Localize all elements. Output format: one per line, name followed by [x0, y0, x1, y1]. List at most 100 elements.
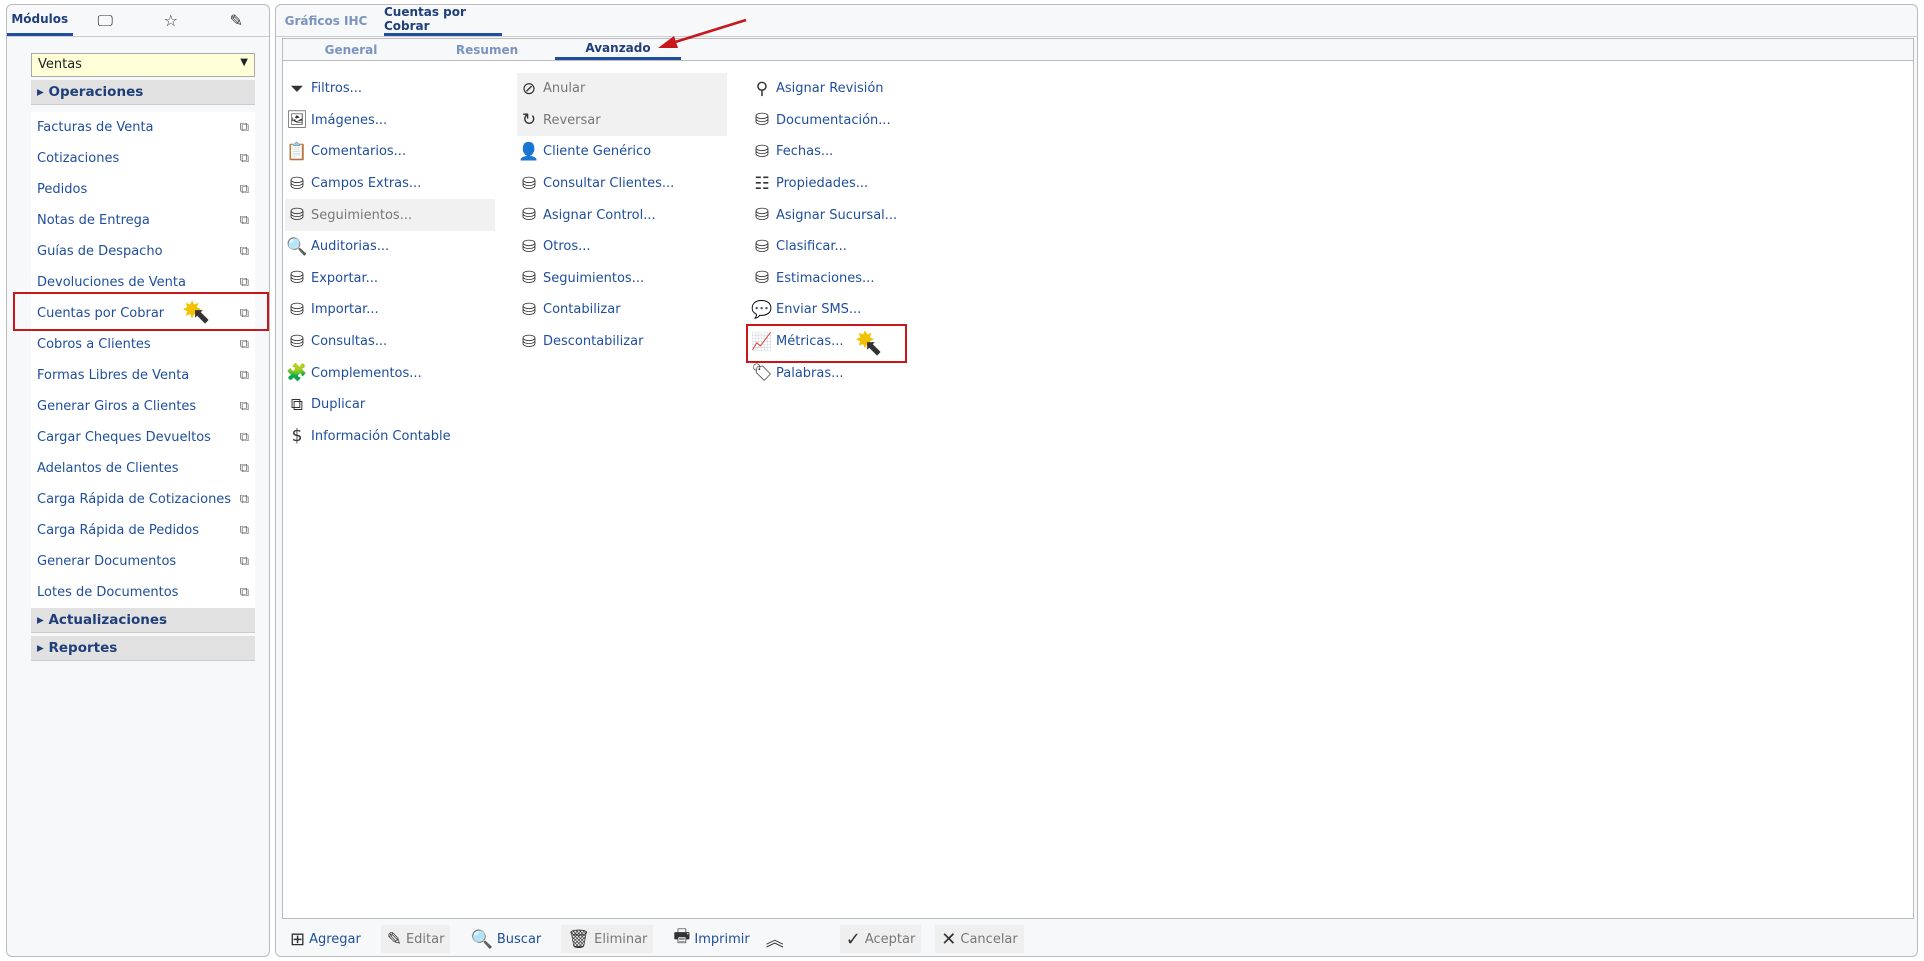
group-reportes[interactable]: ▸ Reportes	[31, 636, 255, 661]
star-icon[interactable]: ☆	[138, 5, 204, 36]
action-item[interactable]: $ Información Contable	[285, 421, 495, 453]
external-link-icon[interactable]: ⧉	[240, 182, 249, 197]
action-icon: ⧉	[290, 394, 304, 415]
tab-graficos-ihc[interactable]: Gráficos IHC	[276, 5, 376, 36]
nav-item-label: Pedidos	[37, 182, 88, 197]
cancelar-button[interactable]: ✕ Cancelar	[935, 925, 1024, 953]
action-item[interactable]: ☷ Propiedades...	[750, 168, 960, 200]
editar-button[interactable]: ✎ Editar	[380, 925, 451, 953]
external-link-icon[interactable]: ⧉	[240, 151, 249, 166]
action-item[interactable]: ↻ Reversar	[517, 104, 727, 137]
action-item[interactable]: ⊘ Anular	[517, 73, 727, 105]
nav-item[interactable]: Cargar Cheques Devueltos ⧉	[31, 422, 255, 453]
action-item[interactable]: ⛁ Contabilizar	[517, 294, 727, 326]
action-item[interactable]: ⛁ Exportar...	[285, 263, 495, 295]
nav-item[interactable]: Generar Documentos ⧉	[31, 546, 255, 577]
external-link-icon[interactable]: ⧉	[240, 399, 249, 414]
nav-item-label: Carga Rápida de Pedidos	[37, 523, 200, 538]
group-label: Actualizaciones	[48, 612, 168, 628]
action-item[interactable]: 🖼 Imágenes...	[285, 105, 495, 137]
nav-item[interactable]: Cobros a Clientes ⧉	[31, 329, 255, 360]
external-link-icon[interactable]: ⧉	[240, 368, 249, 383]
action-item[interactable]: ⛁ Seguimientos...	[285, 199, 495, 231]
action-icon: ⛁	[754, 268, 770, 289]
action-label: Complementos...	[311, 365, 422, 381]
external-link-icon[interactable]: ⧉	[240, 585, 249, 600]
external-link-icon[interactable]: ⧉	[240, 523, 249, 538]
external-link-icon[interactable]: ⧉	[240, 492, 249, 507]
tab-cuentas-por-cobrar[interactable]: Cuentas por Cobrar	[384, 5, 502, 36]
action-item[interactable]: ⛁ Descontabilizar	[517, 326, 727, 358]
double-chevron-up-icon[interactable]: ︽	[760, 925, 790, 953]
action-label: Propiedades...	[776, 176, 869, 192]
monitor-icon[interactable]: 🖵	[73, 5, 139, 36]
nav-item[interactable]: Adelantos de Clientes ⧉	[31, 453, 255, 484]
chevron-down-icon: ▼	[240, 57, 248, 68]
action-icon: ⛁	[754, 236, 770, 257]
left-tabbar: Módulos 🖵 ☆ ✎	[7, 5, 269, 37]
nav-item[interactable]: Carga Rápida de Cotizaciones ⧉	[31, 484, 255, 515]
action-item[interactable]: ⛁ Otros...	[517, 231, 727, 263]
action-item[interactable]: ⛁ Clasificar...	[750, 231, 960, 263]
nav-item[interactable]: Lotes de Documentos ⧉	[31, 577, 255, 608]
external-link-icon[interactable]: ⧉	[240, 337, 249, 352]
action-item[interactable]: ⚲ Asignar Revisión	[750, 73, 960, 105]
nav-item-label: Devoluciones de Venta	[37, 275, 186, 290]
external-link-icon[interactable]: ⧉	[240, 461, 249, 476]
eliminar-button[interactable]: 🗑 Eliminar	[561, 925, 654, 953]
external-link-icon[interactable]: ⧉	[240, 554, 249, 569]
action-item[interactable]: ⛁ Campos Extras...	[285, 168, 495, 200]
action-label: Estimaciones...	[776, 270, 875, 286]
action-item[interactable]: ⛁ Estimaciones...	[750, 263, 960, 295]
action-item[interactable]: 🧩 Complementos...	[285, 357, 495, 389]
group-actualizaciones[interactable]: ▸ Actualizaciones	[31, 608, 255, 633]
agregar-button[interactable]: ⊞ Agregar	[284, 925, 367, 953]
action-item[interactable]: 📋 Comentarios...	[285, 136, 495, 168]
action-item[interactable]: ⛁ Asignar Sucursal...	[750, 199, 960, 231]
action-label: Palabras...	[776, 365, 844, 381]
action-label: Consultar Clientes...	[543, 176, 675, 192]
nav-item[interactable]: Carga Rápida de Pedidos ⧉	[31, 515, 255, 546]
action-item[interactable]: ⏷ Filtros...	[285, 73, 495, 105]
action-label: Seguimientos...	[311, 207, 413, 223]
action-item[interactable]: ⛁ Seguimientos...	[517, 263, 727, 295]
nav-item[interactable]: Generar Giros a Clientes ⧉	[31, 391, 255, 422]
add-doc-icon: ⊞	[290, 928, 306, 950]
action-item[interactable]: ⛁ Importar...	[285, 294, 495, 326]
action-icon: 👤	[518, 141, 540, 162]
module-select[interactable]: Ventas ▼	[31, 53, 255, 77]
edit-icon: ✎	[386, 928, 402, 950]
external-link-icon[interactable]: ⧉	[240, 213, 249, 228]
action-icon: ⛁	[289, 268, 305, 289]
external-link-icon[interactable]: ⧉	[240, 275, 249, 290]
group-operaciones[interactable]: ▸ Operaciones	[31, 80, 255, 105]
nav-item[interactable]: Facturas de Venta ⧉	[31, 112, 255, 143]
trash-icon: 🗑	[567, 928, 591, 950]
nav-item[interactable]: Cotizaciones ⧉	[31, 143, 255, 174]
action-item[interactable]: ⛁ Asignar Control...	[517, 199, 727, 231]
action-item[interactable]: ⛁ Documentación...	[750, 105, 960, 137]
nav-item[interactable]: Pedidos ⧉	[31, 174, 255, 205]
external-link-icon[interactable]: ⧉	[240, 120, 249, 135]
nav-item[interactable]: Notas de Entrega ⧉	[31, 205, 255, 236]
action-item[interactable]: 🔍 Auditorias...	[285, 231, 495, 263]
action-item[interactable]: 👤 Cliente Genérico	[517, 136, 727, 168]
external-link-icon[interactable]: ⧉	[240, 244, 249, 259]
edit-doc-icon[interactable]: ✎	[204, 5, 270, 36]
action-item[interactable]: ⛁ Fechas...	[750, 136, 960, 168]
action-item[interactable]: ⛁ Consultar Clientes...	[517, 168, 727, 200]
nav-item[interactable]: Guías de Despacho ⧉	[31, 236, 255, 267]
action-item[interactable]: ⧉ Duplicar	[285, 389, 495, 421]
subtab-general[interactable]: General	[283, 39, 419, 60]
aceptar-button[interactable]: ✓ Aceptar	[839, 925, 922, 953]
action-label: Otros...	[543, 239, 591, 255]
nav-item[interactable]: Formas Libres de Venta ⧉	[31, 360, 255, 391]
imprimir-button[interactable]: 🖶 Imprimir	[667, 925, 755, 953]
tab-modulos[interactable]: Módulos	[7, 5, 73, 36]
action-item[interactable]: ⛁ Consultas...	[285, 326, 495, 358]
external-link-icon[interactable]: ⧉	[240, 430, 249, 445]
subtab-resumen[interactable]: Resumen	[419, 39, 555, 60]
action-label: Filtros...	[311, 81, 363, 97]
buscar-button[interactable]: 🔍 Buscar	[464, 925, 547, 953]
action-item[interactable]: 💬 Enviar SMS...	[750, 294, 960, 326]
